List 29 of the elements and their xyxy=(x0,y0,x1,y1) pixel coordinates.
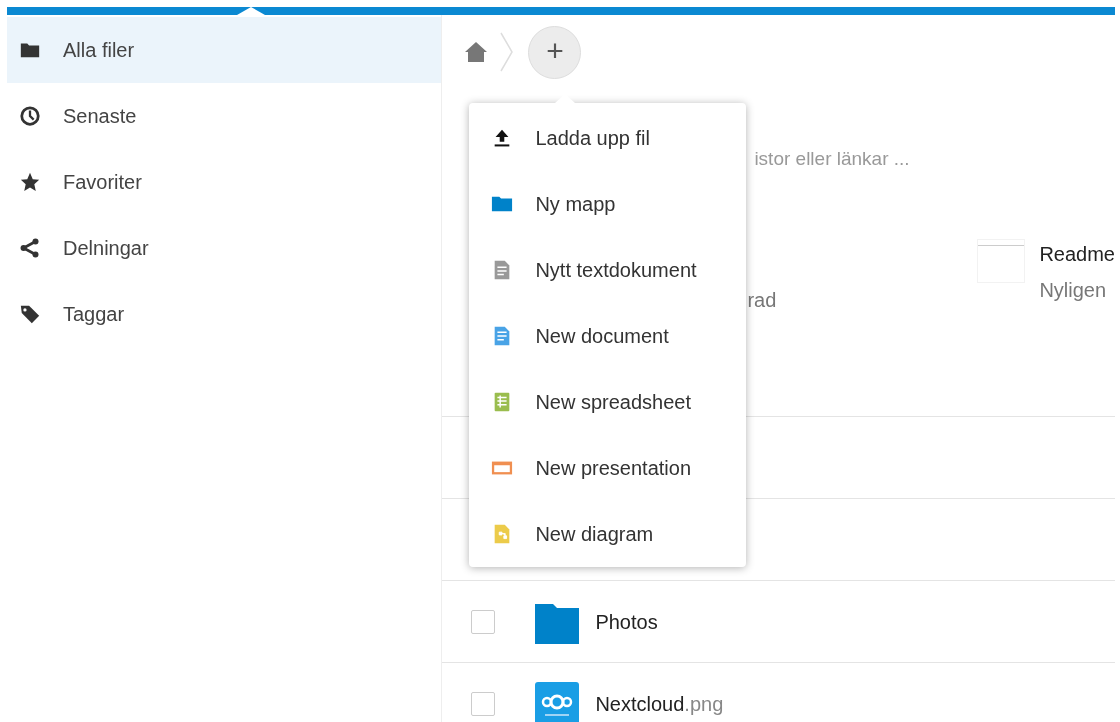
clock-icon xyxy=(19,105,41,127)
sidebar-item[interactable]: Favoriter xyxy=(7,149,442,215)
image-thumbnail xyxy=(535,682,580,722)
checkbox[interactable] xyxy=(471,609,496,634)
checkbox[interactable] xyxy=(471,692,496,716)
sidebar-item[interactable]: Delningar xyxy=(7,215,442,281)
comment-field[interactable]: istor eller länkar ... xyxy=(754,144,1085,174)
sidebar-item[interactable]: Alla filer xyxy=(7,17,442,83)
file-name[interactable]: Photos xyxy=(595,606,658,637)
menu-item[interactable]: New document xyxy=(469,303,747,369)
menu-item[interactable]: Ladda upp fil xyxy=(469,105,747,171)
menu-item[interactable]: New diagram xyxy=(469,501,747,567)
file-name[interactable]: Nextcloud.png xyxy=(595,689,724,719)
tag-icon xyxy=(19,303,41,325)
new-button[interactable]: + xyxy=(528,25,582,79)
recommendation-subtitle: Nyligen xyxy=(1039,278,1108,303)
menu-item[interactable]: New presentation xyxy=(469,435,747,501)
star-icon xyxy=(19,171,41,193)
menu-item[interactable]: Ny mapp xyxy=(469,171,747,237)
home-icon[interactable] xyxy=(464,40,489,64)
sidebar-item[interactable]: Senaste xyxy=(7,83,442,149)
recommendation-title[interactable]: Readme xyxy=(1039,239,1115,269)
recommendation-subtitle: rad xyxy=(747,288,778,313)
menu-item[interactable]: New spreadsheet xyxy=(469,369,747,435)
file-thumbnail xyxy=(977,239,1026,283)
menu-item[interactable]: Nytt textdokument xyxy=(469,237,747,303)
share-icon xyxy=(19,237,41,259)
sidebar-item[interactable]: Taggar xyxy=(7,281,442,347)
breadcrumb-separator-icon xyxy=(500,32,515,72)
